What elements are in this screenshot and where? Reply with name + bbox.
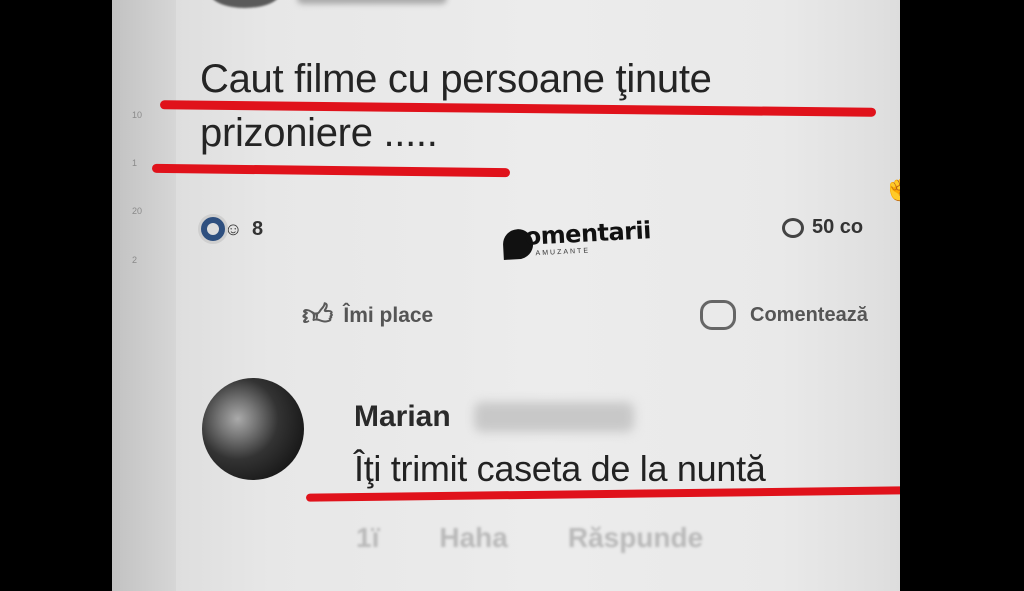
avatar[interactable] — [202, 378, 304, 480]
margin-mark: 20 — [132, 206, 143, 216]
comment-like-link[interactable]: 1ï — [356, 522, 379, 554]
page-margin: 10 1 20 2 — [112, 0, 176, 591]
margin-mark: 10 — [132, 110, 143, 120]
comment-author[interactable]: Marian — [354, 400, 451, 434]
more-options-icon[interactable]: ⋮ — [894, 450, 900, 476]
comment-bubble-icon — [700, 300, 736, 330]
comment-button[interactable]: Comentează — [700, 300, 868, 330]
thumbs-up-icon: 👍︎ — [302, 299, 334, 332]
comments-count-label: 50 co — [812, 216, 864, 238]
margin-mark: 2 — [132, 255, 138, 265]
like-label: Îmi place — [343, 304, 434, 327]
like-button[interactable]: 👍︎ Îmi place — [302, 298, 433, 334]
watermark-subtext: AMUZANTE — [535, 247, 591, 258]
like-reaction-icon — [198, 214, 228, 244]
comment-label: Comentează — [750, 303, 868, 326]
comment-bubble-icon — [782, 217, 804, 238]
poster-avatar[interactable] — [210, 0, 280, 8]
comments-count[interactable]: 50 co — [782, 216, 863, 239]
reaction-summary[interactable]: ☺ 8 — [198, 214, 263, 244]
screen-photo: 10 1 20 2 Caut filme cu persoane ţinute … — [112, 0, 900, 591]
comment-actions: 1ï Haha Răspunde — [356, 522, 763, 554]
comment-haha-link[interactable]: Haha — [439, 522, 507, 554]
hand-cursor-icon: ☝ — [882, 168, 900, 203]
post-actions: 👍︎ Îmi place Comentează — [302, 298, 900, 338]
watermark-text: omentarii — [523, 216, 652, 251]
author-surname-blurred — [474, 402, 634, 432]
reaction-count: 8 — [252, 217, 264, 240]
comment-text: Îţi trimit caseta de la nuntă — [354, 448, 766, 489]
comment-reply-link[interactable]: Răspunde — [568, 522, 703, 554]
red-underline — [151, 163, 511, 178]
poster-name-blurred[interactable] — [297, 0, 447, 4]
margin-mark: 1 — [132, 158, 138, 168]
